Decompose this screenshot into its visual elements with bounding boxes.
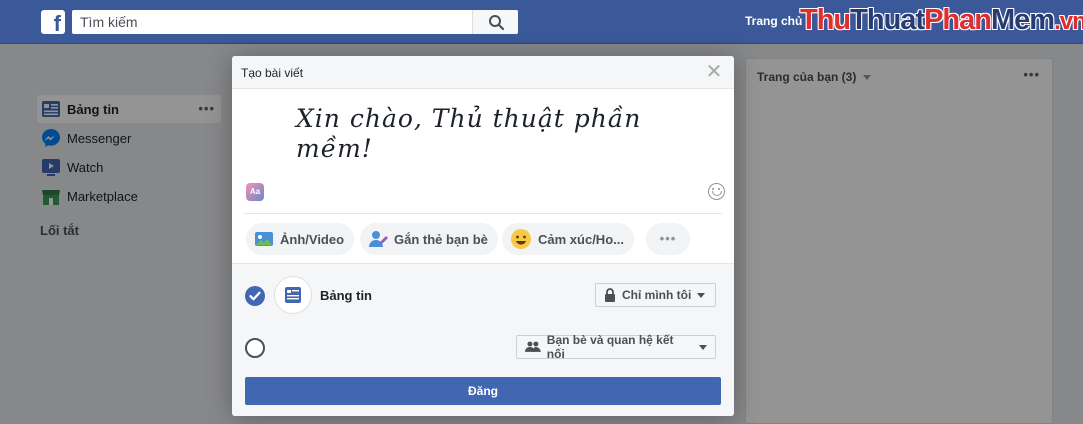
feeling-icon (511, 229, 531, 249)
feed-avatar (274, 276, 312, 314)
news-feed-icon (285, 287, 301, 303)
close-icon[interactable]: ✕ (704, 62, 724, 82)
home-link[interactable]: Trang chủ (745, 14, 802, 28)
friends-icon (525, 341, 541, 352)
search-button[interactable] (472, 10, 518, 34)
dialog-header: Tạo bài viết ✕ (232, 56, 734, 89)
facebook-logo-icon[interactable]: f (41, 10, 65, 34)
dialog-title: Tạo bài viết (241, 66, 304, 80)
story-privacy-dropdown[interactable]: Bạn bè và quan hệ kết nối (516, 333, 716, 361)
emoji-icon[interactable] (708, 183, 725, 200)
text-style-icon[interactable]: Aa (246, 183, 264, 201)
feed-checkbox[interactable] (245, 286, 265, 306)
tag-friends-icon (369, 231, 388, 247)
feed-destination-label: Bảng tin (320, 288, 372, 303)
chevron-down-icon (699, 344, 707, 350)
watermark-logo: ThuThuatPhanMem.vn (800, 4, 1083, 36)
search-input[interactable] (72, 10, 472, 34)
photo-video-button[interactable]: Ảnh/Video (246, 223, 355, 255)
divider (244, 213, 722, 214)
chevron-down-icon (697, 292, 706, 298)
lock-icon (605, 288, 615, 302)
share-destinations: Bảng tin Chỉ mình tôi Bạn bè và quan hệ … (232, 263, 734, 416)
post-button[interactable]: Đăng (245, 377, 721, 405)
photo-icon (255, 232, 273, 246)
feed-privacy-dropdown[interactable]: Chỉ mình tôi (595, 283, 716, 307)
post-text-area[interactable]: Xin chào, Thủ thuật phần mềm! (296, 104, 676, 164)
create-post-dialog: Tạo bài viết ✕ Xin chào, Thủ thuật phần … (232, 56, 734, 416)
tag-friends-button[interactable]: Gắn thẻ bạn bè (360, 223, 498, 255)
feeling-activity-button[interactable]: Cảm xúc/Ho... (502, 223, 634, 255)
checkmark-icon (249, 291, 261, 301)
search-icon (489, 15, 505, 31)
search-box (72, 10, 518, 34)
story-checkbox[interactable] (245, 338, 265, 358)
more-actions-button[interactable]: ••• (646, 223, 690, 255)
